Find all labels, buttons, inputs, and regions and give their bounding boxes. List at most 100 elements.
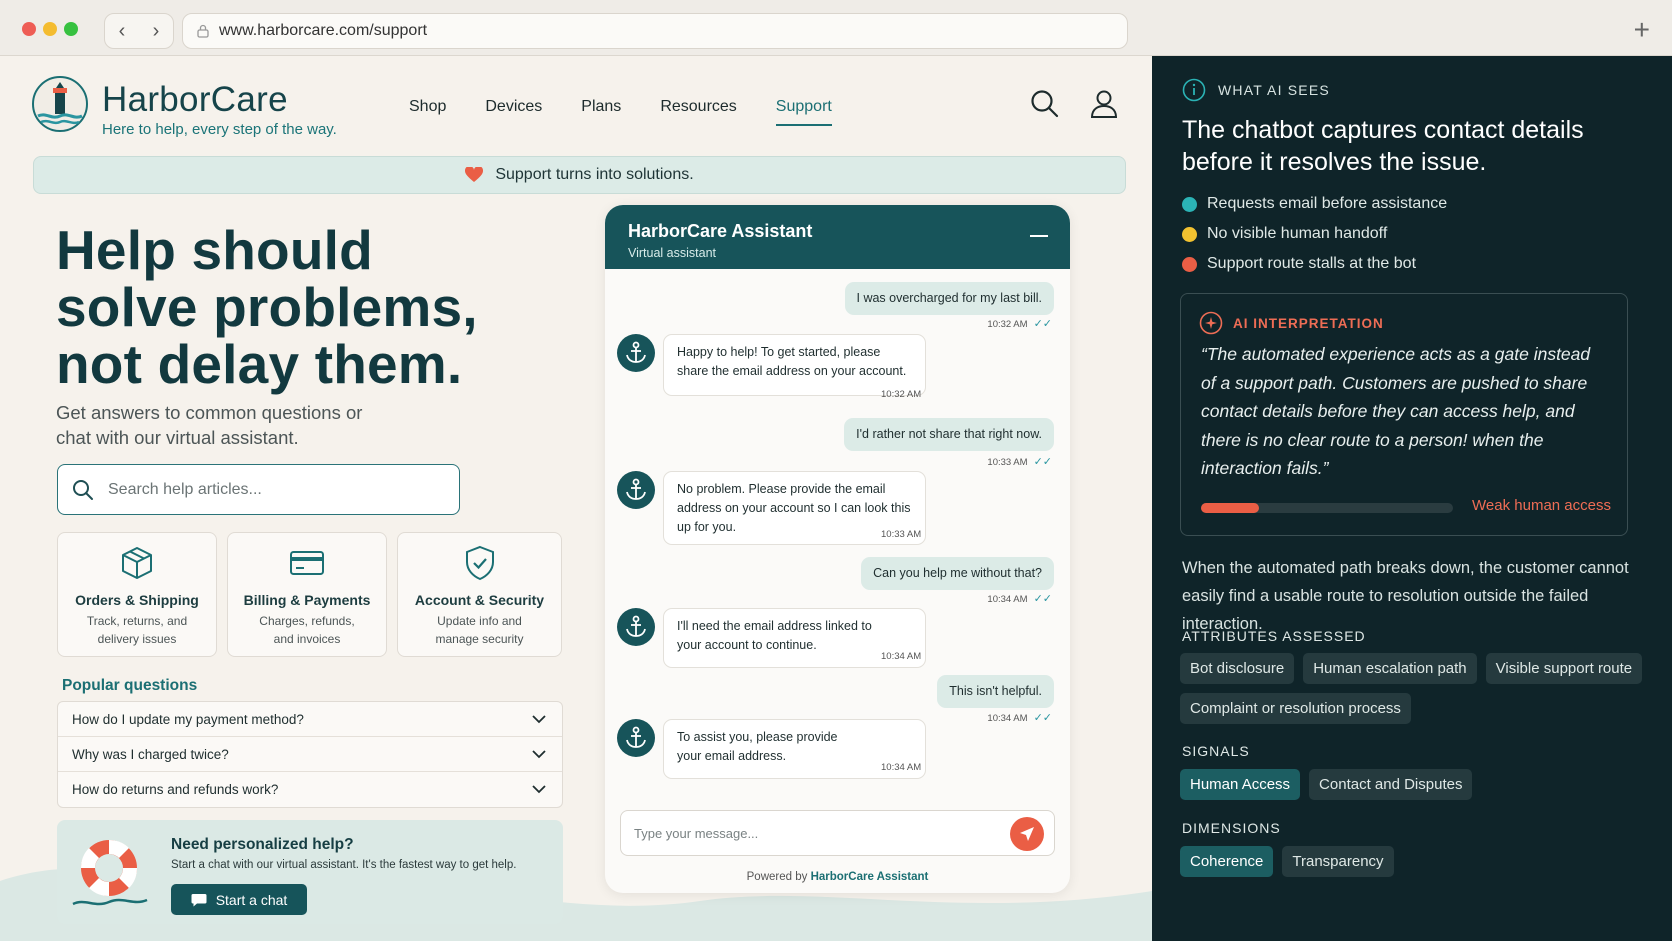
panel-label: WHAT AI SEES bbox=[1182, 78, 1330, 102]
signal-chip[interactable]: Human Access bbox=[1180, 769, 1301, 800]
nav-devices[interactable]: Devices bbox=[485, 98, 542, 126]
double-check-icon: ✓✓ bbox=[1033, 593, 1052, 605]
url-text: www.harborcare.com/support bbox=[219, 22, 428, 39]
banner-text: Support turns into solutions. bbox=[495, 166, 694, 183]
message-time: 10:34 AM ✓✓ bbox=[987, 593, 1052, 605]
search-icon bbox=[73, 479, 93, 500]
lock-icon bbox=[197, 24, 209, 38]
faq-item[interactable]: How do I update my payment method? bbox=[58, 702, 562, 737]
chevron-down-icon bbox=[532, 785, 546, 794]
user-account-icon[interactable] bbox=[1090, 89, 1118, 119]
nav-shop[interactable]: Shop bbox=[409, 98, 446, 126]
search-icon[interactable] bbox=[1030, 89, 1060, 119]
card-account-security[interactable]: Account & Security Update info and manag… bbox=[397, 532, 562, 657]
shield-check-icon bbox=[465, 545, 494, 581]
faq-item[interactable]: How do returns and refunds work? bbox=[58, 772, 562, 807]
nav-plans[interactable]: Plans bbox=[581, 98, 621, 126]
send-button[interactable] bbox=[1010, 817, 1044, 851]
help-title: Need personalized help? bbox=[171, 836, 354, 853]
minimize-chat-button[interactable] bbox=[1030, 235, 1048, 237]
sparkle-icon bbox=[1199, 311, 1223, 335]
user-message: This isn't helpful. bbox=[937, 675, 1054, 708]
double-check-icon: ✓✓ bbox=[1033, 318, 1052, 330]
anchor-icon bbox=[626, 478, 646, 500]
signals-chips: Human Access Contact and Disputes bbox=[1180, 769, 1650, 800]
lighthouse-logo-icon[interactable] bbox=[32, 76, 88, 132]
message-time: 10:34 AM bbox=[881, 651, 922, 662]
user-message: I'd rather not share that right now. bbox=[844, 418, 1054, 451]
meter-label: Weak human access bbox=[1472, 497, 1611, 514]
card-desc: Charges, refunds, and invoices bbox=[259, 614, 355, 646]
attributes-chips: Bot disclosure Human escalation path Vis… bbox=[1180, 653, 1650, 724]
message-text: I'll need the email address linked to yo… bbox=[677, 619, 872, 652]
back-icon[interactable]: ‹ bbox=[119, 20, 126, 43]
message-text: Happy to help! To get started, please sh… bbox=[677, 345, 907, 378]
anchor-icon bbox=[626, 341, 646, 363]
message-text: This isn't helpful. bbox=[949, 684, 1042, 698]
dimensions-title: DIMENSIONS bbox=[1182, 820, 1281, 836]
life-ring-icon bbox=[72, 839, 148, 906]
dimension-chip[interactable]: Coherence bbox=[1180, 846, 1274, 877]
faq-question: How do returns and refunds work? bbox=[72, 782, 279, 797]
signal-chip[interactable]: Contact and Disputes bbox=[1309, 769, 1473, 800]
nav-support[interactable]: Support bbox=[775, 98, 832, 126]
message-text: To assist you, please provide your email… bbox=[677, 730, 838, 763]
faq-question: How do I update my payment method? bbox=[72, 711, 304, 727]
chat-title: HarborCare Assistant bbox=[628, 221, 813, 241]
forward-icon[interactable]: › bbox=[153, 20, 160, 43]
anchor-icon bbox=[626, 615, 646, 637]
chat-bubble-icon bbox=[191, 893, 207, 906]
signals-title: SIGNALS bbox=[1182, 743, 1250, 759]
hero-title: Help should solve problems, not delay th… bbox=[56, 219, 478, 395]
status-dot bbox=[1182, 226, 1197, 242]
powered-name[interactable]: HarborCare Assistant bbox=[811, 871, 929, 883]
panel-label-text: WHAT AI SEES bbox=[1218, 82, 1330, 98]
help-search-input[interactable]: Search help articles... bbox=[57, 464, 460, 515]
history-nav: ‹ › bbox=[104, 13, 174, 49]
double-check-icon: ✓✓ bbox=[1033, 712, 1052, 724]
dimension-chip[interactable]: Transparency bbox=[1282, 846, 1394, 877]
finding-bullet: Requests email before assistance bbox=[1182, 195, 1447, 213]
chat-message-input[interactable]: Type your message... bbox=[620, 810, 1055, 856]
message-text: I'd rather not share that right now. bbox=[856, 427, 1042, 441]
message-text: No problem. Please provide the email add… bbox=[677, 482, 911, 534]
minimize-window-button[interactable] bbox=[43, 22, 57, 36]
brand-name[interactable]: HarborCare bbox=[102, 80, 288, 120]
support-page: HarborCare Here to help, every step of t… bbox=[0, 56, 1152, 941]
powered-by: Powered by HarborCare Assistant bbox=[605, 871, 1070, 883]
card-billing-payments[interactable]: Billing & Payments Charges, refunds, and… bbox=[227, 532, 387, 657]
card-title: Account & Security bbox=[414, 592, 545, 608]
message-time: 10:32 AM bbox=[881, 389, 922, 400]
main-nav: Shop Devices Plans Resources Support bbox=[409, 98, 832, 126]
finding-text: Requests email before assistance bbox=[1207, 195, 1448, 212]
attribute-chip[interactable]: Human escalation path bbox=[1303, 653, 1477, 684]
start-chat-button[interactable]: Start a chat bbox=[171, 884, 307, 915]
address-bar[interactable]: www.harborcare.com/support bbox=[182, 13, 1128, 49]
card-title: Orders & Shipping bbox=[75, 592, 199, 608]
finding-bullet: No visible human handoff bbox=[1182, 225, 1387, 243]
faq-list: How do I update my payment method? Why w… bbox=[57, 701, 563, 808]
attribute-chip[interactable]: Complaint or resolution process bbox=[1180, 693, 1411, 724]
new-tab-button[interactable]: + bbox=[1634, 14, 1650, 46]
ai-interpretation-card: AI INTERPRETATION “The automated experie… bbox=[1180, 293, 1628, 536]
faq-item[interactable]: Why was I charged twice? bbox=[58, 737, 562, 772]
popular-questions-title: Popular questions bbox=[62, 677, 198, 694]
assistant-avatar bbox=[617, 719, 655, 757]
attribute-chip[interactable]: Visible support route bbox=[1485, 653, 1643, 684]
message-text: Can you help me without that? bbox=[873, 566, 1042, 580]
human-access-meter bbox=[1201, 503, 1453, 513]
card-orders-shipping[interactable]: Orders & Shipping Track, returns, and de… bbox=[57, 532, 217, 657]
ai-quote: “The automated experience acts as a gate… bbox=[1201, 344, 1591, 478]
nav-resources[interactable]: Resources bbox=[660, 98, 736, 126]
send-icon bbox=[1020, 827, 1034, 841]
close-window-button[interactable] bbox=[22, 22, 36, 36]
status-dot bbox=[1182, 196, 1197, 212]
message-time: 10:33 AM ✓✓ bbox=[987, 456, 1052, 468]
message-time: 10:33 AM bbox=[881, 529, 922, 540]
info-icon bbox=[1182, 78, 1206, 102]
user-message: Can you help me without that? bbox=[861, 557, 1054, 590]
assistant-avatar bbox=[617, 334, 655, 372]
message-text: I was overcharged for my last bill. bbox=[856, 291, 1043, 305]
maximize-window-button[interactable] bbox=[64, 22, 78, 36]
attribute-chip[interactable]: Bot disclosure bbox=[1180, 653, 1295, 684]
